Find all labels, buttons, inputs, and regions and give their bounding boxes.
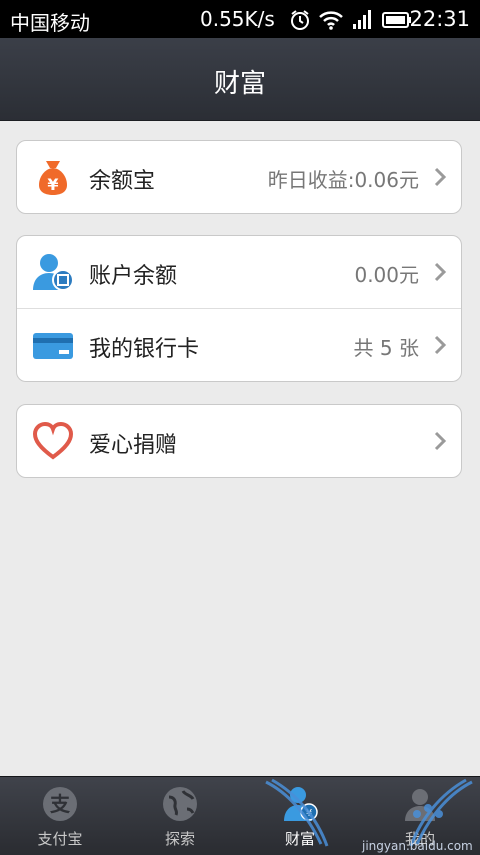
chevron-right-icon [434, 335, 447, 355]
donation-card: 爱心捐赠 [16, 404, 462, 478]
globe-icon [163, 787, 197, 821]
bank-card-icon [33, 333, 73, 359]
list-item-label: 我的银行卡 [89, 337, 200, 362]
battery-icon [382, 12, 411, 28]
list-item-label: 账户余额 [89, 264, 178, 289]
money-bag-icon: ¥ [39, 161, 67, 195]
heart-icon [32, 421, 74, 460]
list-item-donation[interactable]: 爱心捐赠 [17, 405, 461, 477]
wifi-icon [319, 11, 343, 30]
alarm-icon [291, 10, 309, 30]
header: 财富 [0, 38, 480, 121]
list-item-yuebao[interactable]: ¥ 余额宝 昨日收益:0.06元 [17, 141, 461, 213]
baidu-jingyan-watermark: jingyan.baidu.com [265, 778, 473, 853]
network-speed: 0.55K/s [200, 7, 275, 31]
list-item-value: 0.00元 [354, 263, 419, 287]
chevron-right-icon [434, 431, 447, 451]
tab-label: 支付宝 [37, 830, 83, 848]
list-item-bank-cards[interactable]: 我的银行卡 共 5 张 [17, 308, 461, 381]
carrier-name: 中国移动 [10, 11, 90, 35]
alipay-icon: 支 [43, 787, 77, 821]
status-bar: 中国移动 0.55K/s 22:31 [0, 0, 480, 38]
account-card: 账户余额 0.00元 我的银行卡 共 5 张 [16, 235, 462, 382]
yuebao-card: ¥ 余额宝 昨日收益:0.06元 [16, 140, 462, 214]
tab-alipay[interactable]: 支 支付宝 [0, 777, 120, 855]
tab-label: 探索 [164, 830, 195, 848]
watermark-url: jingyan.baidu.com [361, 839, 473, 853]
signal-icon [353, 10, 371, 29]
svg-text:支: 支 [50, 792, 71, 816]
tab-explore[interactable]: 探索 [120, 777, 240, 855]
list-item-label: 爱心捐赠 [89, 433, 178, 458]
list-item-value: 共 5 张 [353, 336, 419, 360]
chevron-right-icon [434, 262, 447, 282]
list-item-value: 昨日收益:0.06元 [267, 168, 419, 192]
chevron-right-icon [434, 167, 447, 187]
list-item-account-balance[interactable]: 账户余额 0.00元 [17, 236, 461, 308]
list-item-label: 余额宝 [89, 169, 156, 194]
account-user-icon [33, 254, 74, 291]
clock: 22:31 [409, 7, 470, 31]
page-title: 财富 [213, 69, 266, 99]
svg-text:¥: ¥ [47, 175, 58, 194]
